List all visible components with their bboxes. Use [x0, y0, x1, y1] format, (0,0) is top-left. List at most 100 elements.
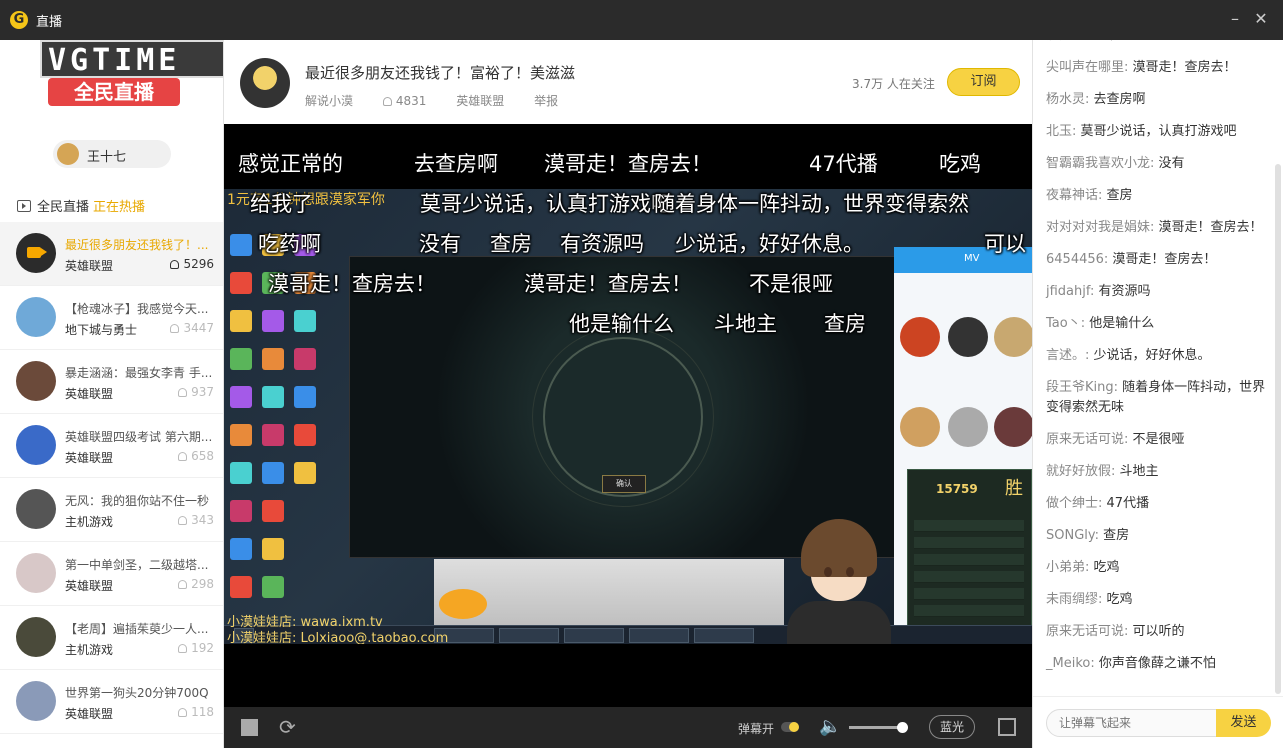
chat-username[interactable]: _Meiko [1046, 656, 1090, 671]
subscribe-button[interactable]: 订阅 [947, 68, 1020, 96]
chat-message: 未雨绸缪: 吃鸡 [1033, 590, 1273, 610]
chat-username[interactable]: 小弟弟 [1046, 560, 1085, 575]
chat-scrollbar[interactable] [1275, 164, 1281, 694]
person-icon [382, 97, 392, 106]
chat-username[interactable]: 对对对对我是娟妹 [1046, 220, 1150, 235]
desktop-app-icon [294, 462, 316, 484]
quality-button[interactable]: 蓝光 [929, 715, 975, 739]
avatar-body [787, 601, 891, 644]
chat-username[interactable]: 未雨绸缪 [1046, 592, 1098, 607]
chat-username[interactable]: Tao丶 [1046, 316, 1081, 331]
close-button[interactable]: ✕ [1250, 8, 1272, 30]
chat-separator: : [1124, 60, 1133, 75]
live-section-header[interactable]: 全民直播 正在热播 [17, 196, 145, 216]
chat-message: 做个绅士: 47代播 [1033, 494, 1273, 514]
chat-username[interactable]: 杨水灵 [1046, 92, 1085, 107]
chat-username[interactable]: 原来无话可说 [1046, 624, 1124, 639]
stream-list-item[interactable]: 【枪魂冰子】我感觉今天... 地下城与勇士 3447 [0, 286, 223, 350]
chat-username[interactable]: 夜幕神话 [1046, 188, 1098, 203]
chat-username[interactable]: 北玉 [1046, 124, 1072, 139]
stream-list-item[interactable]: 最近很多朋友还我钱了！... 英雄联盟 5296 [0, 222, 223, 286]
chat-username[interactable]: 6454456 [1046, 252, 1104, 267]
stats-row [914, 605, 1024, 617]
chat-username[interactable]: 段王爷King [1046, 380, 1114, 395]
desktop-app-icon [294, 310, 316, 332]
chat-text: 漠哥走！查房去！ [1132, 60, 1237, 75]
chat-separator: : [1150, 156, 1159, 171]
desktop-app-icon [262, 386, 284, 408]
chat-text: 不是很哑 [1132, 432, 1185, 447]
viewer-count: 5296 [183, 257, 214, 271]
desktop-app-icon [230, 310, 252, 332]
chat-text: 少说话，好好休息。 [1093, 348, 1211, 363]
refresh-button[interactable]: ⟳ [279, 716, 301, 738]
stop-button[interactable] [241, 719, 258, 736]
app-window: G 直播 – ✕ VGTIME 全民直播 王十七 全民直播 正在热播 最近很多朋友… [0, 0, 1283, 748]
chat-username[interactable]: 就好好放假 [1046, 464, 1111, 479]
app-logo-icon: G [10, 11, 28, 29]
streamer-avatar[interactable] [240, 58, 290, 108]
game-stats-panel: 15759 胜 [907, 469, 1032, 639]
report-link[interactable]: 举报 [534, 92, 558, 109]
danmaku-comment: 漠哥走！查房去！ [524, 272, 692, 296]
stream-item-category: 地下城与勇士 [65, 323, 138, 337]
danmaku-comment: 吃鸡 [939, 152, 981, 176]
sidebar: VGTIME 全民直播 王十七 全民直播 正在热播 最近很多朋友还我钱了！... 英… [0, 40, 224, 748]
stream-item-category: 主机游戏 [65, 515, 114, 529]
stats-row [914, 571, 1024, 583]
chat-username[interactable]: 尖叫声在哪里 [1046, 60, 1124, 75]
stream-category[interactable]: 英雄联盟 [456, 92, 504, 109]
streamer-name[interactable]: 解说小漠 [305, 92, 353, 109]
chat-input[interactable] [1046, 709, 1218, 737]
chat-separator: : [1113, 380, 1123, 395]
stream-list-item[interactable]: 【老周】遍插茱萸少一人... 主机游戏 192 [0, 606, 223, 670]
minimize-button[interactable]: – [1224, 8, 1246, 30]
chat-separator: : [1080, 316, 1090, 331]
danmaku-toggle[interactable] [781, 722, 799, 732]
chat-input-area: 发送 [1033, 696, 1283, 748]
desktop-app-icon [262, 500, 284, 522]
chat-username[interactable]: 智霸霸我喜欢小龙 [1046, 156, 1150, 171]
chat-username[interactable]: 原来无话可说 [1046, 432, 1124, 447]
virtual-avatar [779, 519, 899, 644]
chat-username[interactable]: 做个绅士 [1046, 496, 1098, 511]
stream-item-viewers: 118 [178, 705, 214, 719]
stream-list-item[interactable]: 暴走涵涵：最强女李青 手... 英雄联盟 937 [0, 350, 223, 414]
fullscreen-button[interactable] [998, 718, 1016, 736]
volume-icon[interactable]: 🔈 [819, 716, 841, 738]
stream-list-item[interactable]: 英雄联盟四级考试 第六期... 英雄联盟 658 [0, 414, 223, 478]
music-cover [948, 407, 988, 447]
music-cover [994, 407, 1032, 447]
stream-item-title: 英雄联盟四级考试 第六期... [65, 430, 213, 444]
stream-list-item[interactable]: 世界第一狗头20分钟700Q 英雄联盟 118 [0, 670, 223, 734]
chat-message: SONGly: 查房 [1033, 526, 1273, 546]
chat-text: 莫哥少说话，认真打游戏吧 [1080, 124, 1237, 139]
person-icon [178, 580, 188, 589]
video-player[interactable]: 确认 MV 15759 胜 1元有1分钟想跟漠家军你 小漠娃娃店: wawa.i… [224, 124, 1032, 707]
stream-item-viewers: 3447 [170, 321, 214, 335]
chat-separator: : [1098, 188, 1107, 203]
stream-list-item[interactable]: 无风：我的狙你站不住一秒 主机游戏 343 [0, 478, 223, 542]
chat-separator: : [1124, 624, 1133, 639]
chat-text: 可以听的 [1132, 624, 1185, 639]
desktop-app-icon [262, 462, 284, 484]
chat-username[interactable]: 胤运 [1046, 40, 1072, 43]
user-profile[interactable]: 王十七 [53, 140, 171, 168]
viewer-count: 192 [191, 641, 214, 655]
person-icon [170, 260, 180, 269]
chat-username[interactable]: SONGly [1046, 528, 1095, 543]
chat-username[interactable]: 言述。 [1046, 348, 1085, 363]
brand-logo: VGTIME 全民直播 [40, 40, 223, 112]
desktop-app-icon [262, 310, 284, 332]
stream-item-category: 英雄联盟 [65, 259, 114, 273]
danmaku-comment: 随着身体一阵抖动，世界变得索然 [654, 192, 969, 216]
send-button[interactable]: 发送 [1216, 709, 1271, 737]
volume-slider[interactable] [849, 722, 908, 733]
chat-username[interactable]: jfidahjf [1046, 284, 1090, 299]
stream-list-item[interactable]: 第一中单剑圣，二级越塔... 英雄联盟 298 [0, 542, 223, 606]
chat-separator: : [1090, 656, 1099, 671]
chat-separator: : [1150, 220, 1159, 235]
chat-message: 夜幕神话: 查房 [1033, 186, 1273, 206]
viewer-count: 658 [191, 449, 214, 463]
volume-knob[interactable] [897, 722, 908, 733]
